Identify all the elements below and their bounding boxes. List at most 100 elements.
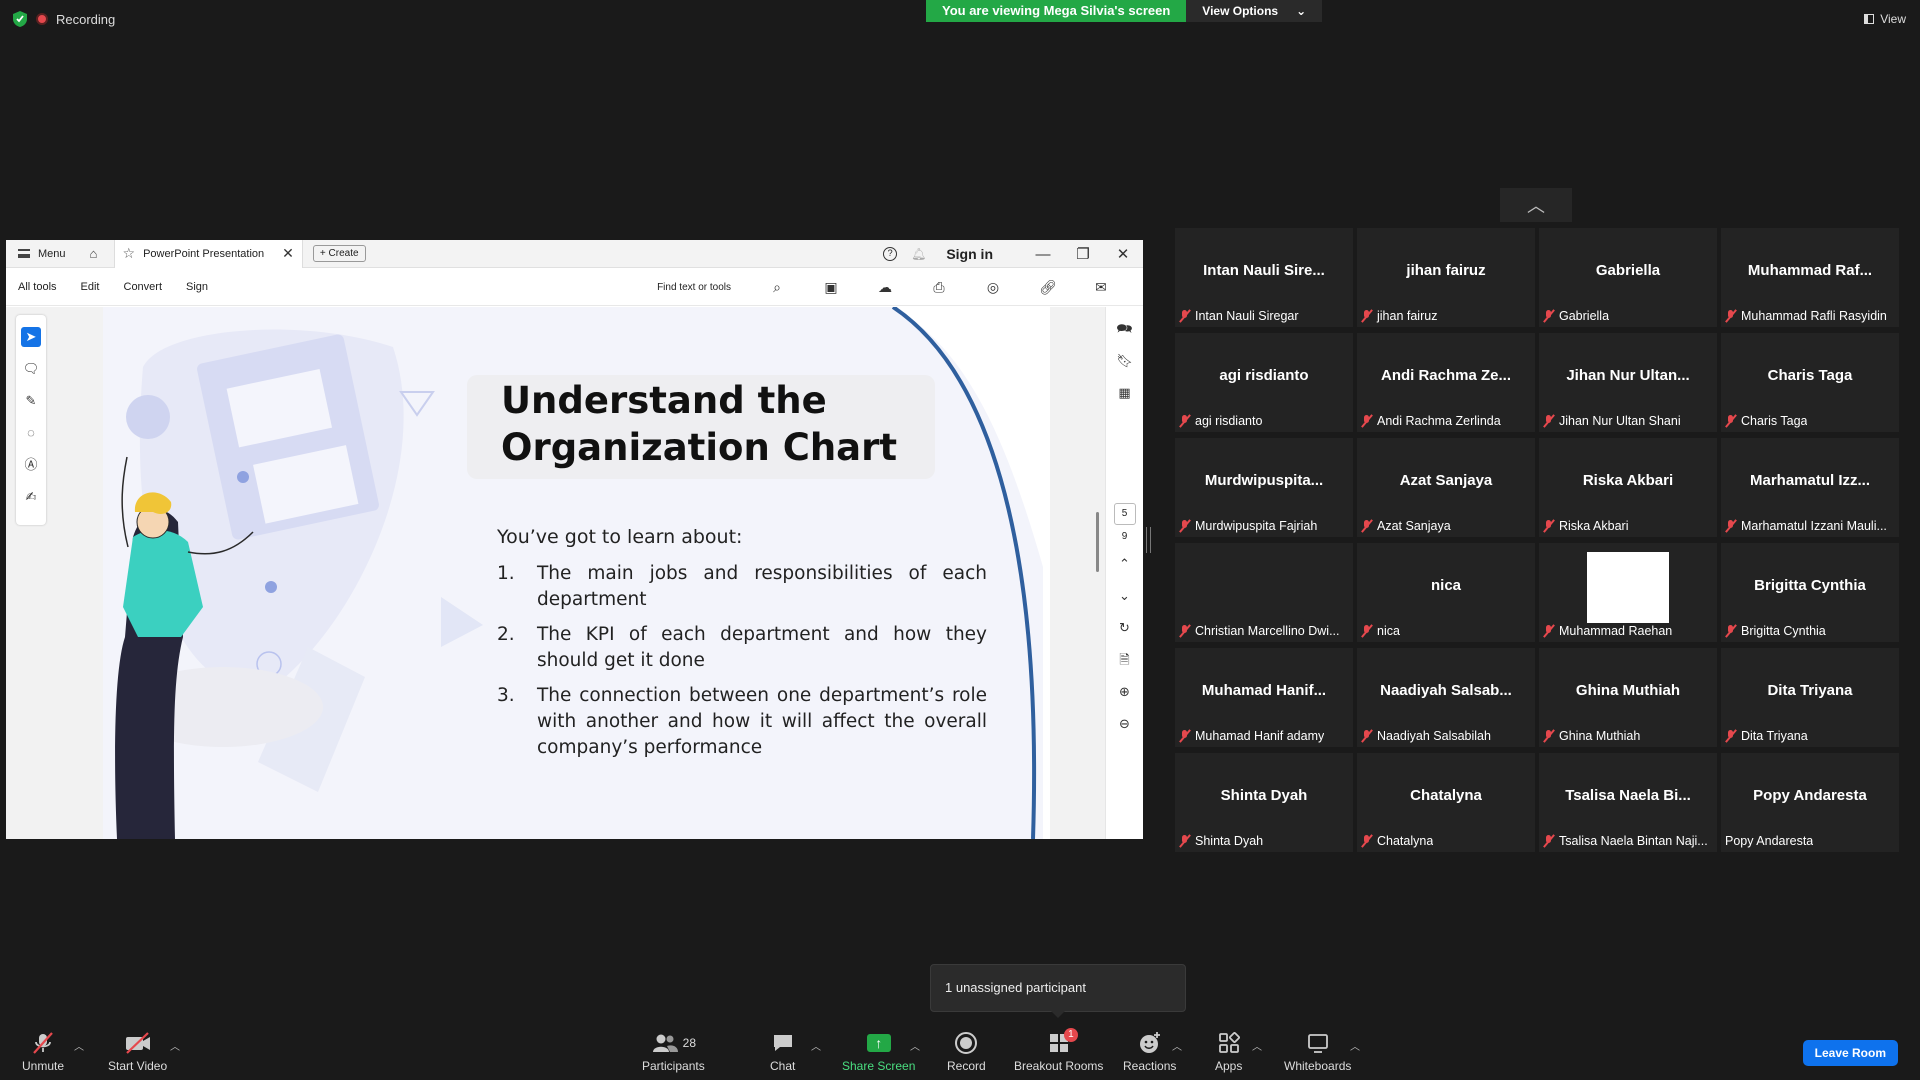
muted-microphone-icon [31, 1030, 55, 1056]
create-button[interactable]: + Create [312, 245, 366, 262]
lasso-draw-icon[interactable]: ◌ [21, 423, 41, 443]
search-icon[interactable]: ⌕ [769, 279, 785, 295]
chevron-up-icon[interactable]: ⌃ [1115, 554, 1135, 574]
record-label: Record [947, 1059, 986, 1073]
start-video-button[interactable]: Start Video [108, 1030, 167, 1073]
participant-tile[interactable]: Azat Sanjaya Azat Sanjaya [1357, 438, 1535, 537]
reactions-options-caret-icon[interactable]: ︿ [1172, 1038, 1182, 1053]
participant-tile[interactable]: Jihan Nur Ultan... Jihan Nur Ultan Shani [1539, 333, 1717, 432]
participant-tile[interactable]: Marhamatul Izz... Marhamatul Izzani Mauli… [1721, 438, 1899, 537]
participant-tile[interactable]: Riska Akbari Riska Akbari [1539, 438, 1717, 537]
select-cursor-icon[interactable]: ➤ [21, 327, 41, 347]
participant-tile[interactable]: Ghina Muthiah Ghina Muthiah [1539, 648, 1717, 747]
participant-tile[interactable]: Andi Rachma Ze... Andi Rachma Zerlinda [1357, 333, 1535, 432]
participant-tile[interactable]: Christian Marcellino Dwi... [1175, 543, 1353, 642]
participant-tile[interactable]: Gabriella Gabriella [1539, 228, 1717, 327]
star-icon[interactable]: ☆ [123, 245, 136, 262]
muted-mic-icon [1361, 729, 1373, 743]
participants-button[interactable]: 28 Participants [642, 1030, 705, 1073]
participant-tile[interactable]: jihan fairuz jihan fairuz [1357, 228, 1535, 327]
link-icon[interactable]: 🔗︎ [1039, 279, 1057, 295]
ai-assistant-icon[interactable]: ◎ [985, 279, 1001, 295]
email-icon[interactable]: ✉ [1093, 279, 1109, 295]
edit-menu[interactable]: Edit [81, 281, 100, 293]
home-icon[interactable]: ⌂ [90, 246, 104, 261]
apps-button[interactable]: Apps [1215, 1030, 1242, 1073]
stamp-sign-icon[interactable]: ✍ [21, 487, 41, 507]
participant-tile[interactable]: Naadiyah Salsab... Naadiyah Salsabilah [1357, 648, 1535, 747]
bookmarks-icon[interactable]: 🔖︎ [1115, 351, 1135, 371]
apps-options-caret-icon[interactable]: ︿ [1252, 1038, 1262, 1053]
participant-tile[interactable]: nica nica [1357, 543, 1535, 642]
breakout-rooms-button[interactable]: 1 Breakout Rooms [1014, 1028, 1103, 1073]
all-tools-menu[interactable]: All tools [18, 281, 57, 293]
audio-options-caret-icon[interactable]: ︿ [74, 1038, 84, 1053]
sign-menu[interactable]: Sign [186, 281, 208, 293]
share-screen-button[interactable]: ↑ Share Screen [842, 1030, 915, 1073]
page-total: 9 [1121, 531, 1128, 542]
comments-panel-icon[interactable]: 🗪︎ [1115, 319, 1135, 339]
panel-resize-handle[interactable] [1146, 527, 1151, 553]
video-off-icon [124, 1030, 152, 1056]
help-icon[interactable]: ? [883, 247, 898, 261]
thumbnails-grid-icon[interactable]: ▦ [1115, 383, 1135, 403]
menu-button[interactable]: Menu [18, 248, 66, 260]
close-window-icon[interactable]: ✕ [1103, 245, 1143, 263]
meeting-toolbar: Unmute ︿ Start Video ︿ 28 Participants C… [0, 1022, 1920, 1080]
record-button[interactable]: Record [947, 1030, 986, 1073]
muted-mic-icon [1179, 309, 1191, 323]
participant-name-label: Ghina Muthiah [1543, 727, 1640, 745]
view-options-label: View Options [1202, 4, 1279, 18]
view-options-button[interactable]: View Options ⌄ [1186, 0, 1323, 22]
participant-tile[interactable]: agi risdianto agi risdianto [1175, 333, 1353, 432]
participant-tile[interactable]: Shinta Dyah Shinta Dyah [1175, 753, 1353, 852]
save-icon[interactable]: ▣ [823, 279, 839, 295]
rotate-icon[interactable]: ↻ [1115, 618, 1135, 638]
video-options-caret-icon[interactable]: ︿ [170, 1038, 180, 1053]
view-button[interactable]: View [1864, 12, 1906, 26]
participant-tile[interactable]: Charis Taga Charis Taga [1721, 333, 1899, 432]
share-options-caret-icon[interactable]: ︿ [910, 1038, 920, 1053]
chat-options-caret-icon[interactable]: ︿ [811, 1038, 821, 1053]
participant-tile[interactable]: Muhammad Raehan [1539, 543, 1717, 642]
unmute-button[interactable]: Unmute [22, 1030, 64, 1073]
participant-display-name: Muhamad Hanif... [1201, 682, 1327, 699]
minimize-icon[interactable]: — [1023, 246, 1063, 263]
page-extract-icon[interactable]: 🗎︎ [1115, 650, 1135, 670]
document-tab[interactable]: ☆ PowerPoint Presentation ✕ [113, 240, 303, 268]
sign-in-button[interactable]: Sign in [946, 246, 993, 262]
chevron-down-icon[interactable]: ⌄ [1115, 586, 1135, 606]
document-scrollbar[interactable] [1096, 512, 1099, 572]
muted-mic-icon [1179, 834, 1191, 848]
recording-indicator[interactable]: Recording [12, 10, 115, 28]
chat-button[interactable]: Chat [770, 1030, 795, 1073]
participant-tile[interactable]: Intan Nauli Sire... Intan Nauli Siregar [1175, 228, 1353, 327]
convert-menu[interactable]: Convert [124, 281, 163, 293]
highlight-pen-icon[interactable]: ✎ [21, 391, 41, 411]
participant-tile[interactable]: Tsalisa Naela Bi... Tsalisa Naela Bintan … [1539, 753, 1717, 852]
page-number-input[interactable]: 5 [1113, 503, 1136, 525]
print-icon[interactable]: ⎙ [931, 279, 947, 295]
zoom-in-icon[interactable]: ⊕ [1115, 682, 1135, 702]
add-comment-icon[interactable]: 🗨︎ [21, 359, 41, 379]
close-tab-icon[interactable]: ✕ [282, 245, 294, 262]
participant-tile[interactable]: Brigitta Cynthia Brigitta Cynthia [1721, 543, 1899, 642]
whiteboards-options-caret-icon[interactable]: ︿ [1350, 1038, 1360, 1053]
participants-label: Participants [642, 1059, 705, 1073]
participant-tile[interactable]: Chatalyna Chatalyna [1357, 753, 1535, 852]
participant-tile[interactable]: Dita Triyana Dita Triyana [1721, 648, 1899, 747]
upload-cloud-icon[interactable]: ☁ [877, 279, 893, 295]
participant-tile[interactable]: Muhammad Raf... Muhammad Rafli Rasyidin [1721, 228, 1899, 327]
participant-tile[interactable]: Popy Andaresta Popy Andaresta [1721, 753, 1899, 852]
text-box-icon[interactable]: Ⓐ [21, 455, 41, 475]
participant-tile[interactable]: Muhamad Hanif... Muhamad Hanif adamy [1175, 648, 1353, 747]
reactions-button[interactable]: Reactions [1123, 1030, 1176, 1073]
bell-icon[interactable]: 🔔︎ [911, 247, 926, 261]
leave-room-button[interactable]: Leave Room [1802, 1040, 1898, 1066]
gallery-scroll-up-button[interactable]: ︿ [1500, 188, 1572, 222]
participant-tile[interactable]: Murdwipuspita... Murdwipuspita Fajriah [1175, 438, 1353, 537]
whiteboards-button[interactable]: Whiteboards [1284, 1030, 1351, 1073]
find-tools-label[interactable]: Find text or tools [657, 282, 731, 293]
restore-icon[interactable]: ❐ [1063, 245, 1103, 263]
zoom-out-icon[interactable]: ⊖ [1115, 714, 1135, 734]
